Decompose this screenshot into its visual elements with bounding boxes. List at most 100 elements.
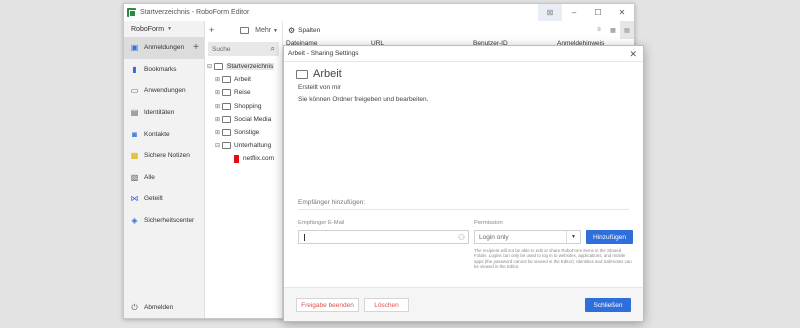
permission-label: Permission (474, 220, 503, 226)
title-bar: Startverzeichnis - RoboForm Editor ⊠ – ☐… (124, 4, 634, 21)
recipient-email-input[interactable]: ⚇ (298, 230, 469, 244)
expand-icon[interactable]: ⊞ (214, 116, 221, 123)
sidebar-item-label: Alle (144, 173, 155, 181)
content-toolbar: ⚙ Spalten (284, 21, 634, 39)
add-recipient-button[interactable]: Hinzufügen (586, 230, 633, 244)
share-icon: ⋈ (130, 194, 139, 204)
sidebar-item-identitaeten[interactable]: ▤ Identitäten (124, 102, 204, 124)
sidebar-item-label: Geteilt (144, 195, 163, 203)
sharing-settings-dialog: Arbeit - Sharing Settings ✕ Arbeit Erste… (283, 45, 644, 322)
sidebar-item-label: Anwendungen (144, 87, 186, 95)
tree-search-input[interactable]: Suche ⌕ (208, 42, 279, 56)
search-icon: ⌕ (270, 44, 275, 53)
sidebar-item-anwendungen[interactable]: ▭ Anwendungen (124, 80, 204, 102)
all-icon: ▧ (130, 172, 139, 182)
folder-tree-panel: + Mehr ▼ Suche ⌕ ⊟ Startverzeichnis ⊞ Ar… (205, 21, 283, 318)
folder-icon (222, 115, 231, 123)
gear-icon: ⚙ (288, 25, 296, 35)
security-icon: ◈ (131, 216, 138, 226)
folder-icon (222, 76, 231, 84)
dialog-close-icon[interactable]: ✕ (629, 49, 637, 60)
tree-folder-social-media[interactable]: ⊞ Social Media (205, 113, 282, 126)
sidebar-item-anmeldungen[interactable]: ▣ Anmeldungen + (124, 37, 204, 59)
email-label: Empfänger E-Mail (298, 220, 345, 226)
text-cursor (304, 234, 305, 241)
list-view-icon[interactable]: ≡ (592, 21, 606, 39)
folder-icon (222, 129, 231, 137)
sidebar: RoboForm ▼ ▣ Anmeldungen + ▮ Bookmarks ▭… (124, 21, 205, 318)
close-button[interactable]: ✕ (610, 4, 634, 21)
sidebar-item-alle[interactable]: ▧ Alle (124, 167, 204, 189)
login-icon: ▣ (130, 43, 139, 53)
expand-icon[interactable]: ⊞ (214, 129, 221, 136)
divider (298, 209, 629, 210)
folder-icon (222, 142, 231, 150)
sidebar-item-label: Sichere Notizen (144, 152, 190, 160)
collapse-icon[interactable]: ⊟ (214, 142, 221, 149)
contacts-picker-icon[interactable]: ⚇ (458, 233, 465, 242)
tree-folder-label: Shopping (234, 102, 262, 110)
dialog-footer: Freigabe beenden Löschen Schließen (284, 287, 643, 321)
permission-value: Login only (479, 233, 509, 241)
detail-view-icon[interactable]: ▤ (620, 21, 634, 39)
pin-button[interactable]: ⊠ (538, 4, 562, 21)
folder-name: Arbeit (313, 68, 342, 80)
new-item-icon[interactable]: + (209, 25, 214, 35)
close-dialog-button[interactable]: Schließen (585, 298, 631, 312)
expand-icon[interactable]: ⊞ (214, 76, 221, 83)
sidebar-item-label: Anmeldungen (144, 44, 185, 52)
more-menu[interactable]: Mehr ▼ (255, 27, 278, 34)
collapse-icon[interactable]: ⊟ (206, 63, 213, 70)
columns-label: Spalten (298, 26, 321, 34)
expand-icon[interactable]: ⊞ (214, 103, 221, 110)
view-switcher: ≡ ▦ ▤ (592, 21, 634, 39)
account-menu[interactable]: RoboForm ▼ (124, 21, 204, 37)
chevron-down-icon: ▼ (273, 27, 278, 34)
window-title: Startverzeichnis - RoboForm Editor (140, 9, 250, 16)
delete-button[interactable]: Löschen (364, 298, 409, 312)
stop-sharing-button[interactable]: Freigabe beenden (296, 298, 359, 312)
created-by-text: Erstellt von mir (298, 84, 341, 91)
recipients-title: Empfänger hinzufügen: (298, 199, 366, 206)
netflix-logo-icon (234, 154, 239, 163)
tree-toolbar: + Mehr ▼ (205, 21, 282, 39)
tree-folder-arbeit[interactable]: ⊞ Arbeit (205, 73, 282, 86)
chevron-down-icon: ▼ (167, 26, 173, 32)
tree-folder-unterhaltung[interactable]: ⊟ Unterhaltung (205, 139, 282, 152)
tree-folder-sonstige[interactable]: ⊞ Sonstige (205, 126, 282, 139)
grid-view-icon[interactable]: ▦ (606, 21, 620, 39)
folder-icon (296, 69, 308, 79)
tree-folder-shopping[interactable]: ⊞ Shopping (205, 100, 282, 113)
identity-icon: ▤ (130, 108, 139, 118)
tree-folder-label: Unterhaltung (234, 142, 272, 150)
roboform-logo-icon (127, 8, 136, 17)
logout-label: Abmelden (144, 304, 174, 311)
note-icon: ▦ (130, 151, 139, 161)
tree-folder-label: Sonstige (234, 129, 260, 137)
sidebar-item-sichere-notizen[interactable]: ▦ Sichere Notizen (124, 145, 204, 167)
application-icon: ▭ (130, 86, 139, 96)
minimize-button[interactable]: – (562, 4, 586, 21)
maximize-button[interactable]: ☐ (586, 4, 610, 21)
folder-icon (222, 102, 231, 110)
permission-select[interactable]: Login only ▼ (474, 230, 581, 244)
description-text: Sie können Ordner freigeben und bearbeit… (298, 96, 429, 103)
tree-root-label: Startverzeichnis (226, 63, 275, 71)
permission-note: The recipient will not be able to edit o… (474, 248, 632, 270)
sidebar-item-kontakte[interactable]: ◙ Kontakte (124, 123, 204, 145)
sidebar-item-label: Identitäten (144, 109, 175, 117)
sidebar-item-bookmarks[interactable]: ▮ Bookmarks (124, 59, 204, 81)
tree-item-label: netflix.com (243, 155, 275, 163)
sidebar-item-sicherheitscenter[interactable]: ◈ Sicherheitscenter (124, 210, 204, 232)
add-login-icon[interactable]: + (193, 42, 199, 53)
columns-button[interactable]: ⚙ Spalten (288, 26, 320, 35)
tree-folder-reise[interactable]: ⊞ Reise (205, 86, 282, 99)
expand-icon[interactable]: ⊞ (214, 89, 221, 96)
tree-item-netflix[interactable]: netflix.com (205, 152, 282, 165)
account-name: RoboForm (131, 25, 165, 33)
tree-root[interactable]: ⊟ Startverzeichnis (205, 60, 282, 73)
new-folder-icon[interactable] (240, 26, 250, 34)
more-label: Mehr (255, 26, 272, 34)
logout-button[interactable]: ⏻ Abmelden (130, 303, 173, 312)
sidebar-item-geteilt[interactable]: ⋈ Geteilt (124, 188, 204, 210)
